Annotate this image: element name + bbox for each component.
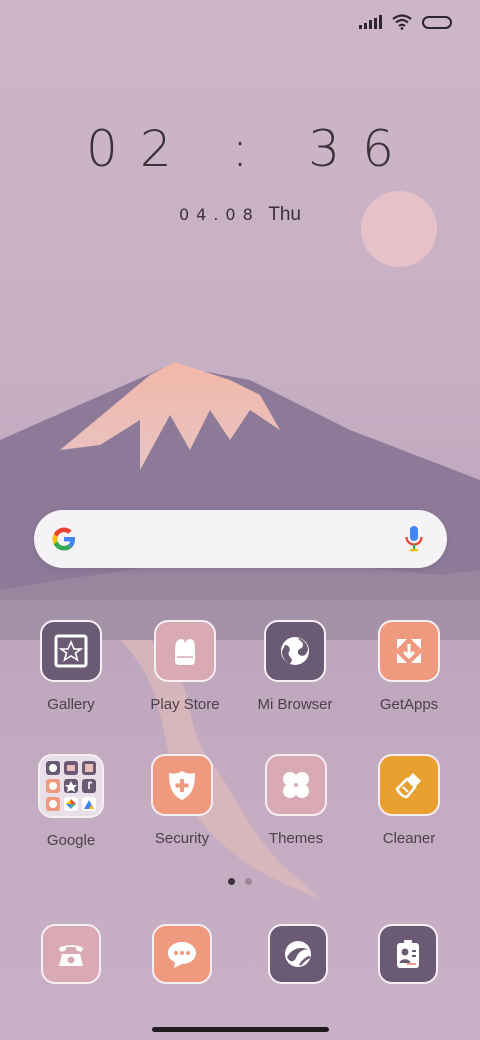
app-gallery[interactable]: Gallery <box>16 620 126 713</box>
signal-icon <box>359 15 382 29</box>
date-text: 04.08 <box>178 205 260 224</box>
dock-contacts[interactable] <box>353 924 463 984</box>
cleaner-brush-icon <box>378 754 440 816</box>
app-label: Cleaner <box>382 830 436 847</box>
contacts-icon <box>378 924 438 984</box>
clock-date[interactable]: 04.08 Thu <box>0 204 480 226</box>
wifi-icon <box>392 14 412 30</box>
battery-icon <box>422 15 452 29</box>
camera-icon <box>268 924 328 984</box>
google-folder-icon <box>38 754 104 818</box>
app-label: Google <box>46 832 96 849</box>
themes-clover-icon <box>265 754 327 816</box>
google-logo-icon <box>52 527 75 551</box>
app-themes[interactable]: Themes <box>241 754 351 847</box>
phone-icon <box>41 924 101 984</box>
page-indicator[interactable] <box>0 878 480 885</box>
dock-phone[interactable] <box>16 924 126 984</box>
mic-icon[interactable] <box>403 524 425 554</box>
gallery-icon <box>40 620 102 682</box>
messages-icon <box>152 924 212 984</box>
gesture-home-bar[interactable] <box>152 1027 329 1032</box>
sun-decoration <box>361 191 437 267</box>
clock-time[interactable]: 02 : 36 <box>0 120 480 178</box>
dock-messages[interactable] <box>127 924 237 984</box>
page-dot <box>245 878 252 885</box>
app-security[interactable]: Security <box>127 754 237 847</box>
app-google-folder[interactable]: Google <box>16 754 126 849</box>
app-label: Gallery <box>47 696 95 713</box>
getapps-icon <box>378 620 440 682</box>
weekday-text: Thu <box>268 204 301 225</box>
app-mi-browser[interactable]: Mi Browser <box>240 620 350 713</box>
app-label: Play Store <box>150 696 220 713</box>
app-label: Security <box>154 830 210 847</box>
app-label: GetApps <box>379 696 439 713</box>
app-label: Mi Browser <box>257 696 333 713</box>
app-play-store[interactable]: Play Store <box>130 620 240 713</box>
status-bar <box>359 10 452 34</box>
browser-globe-icon <box>264 620 326 682</box>
google-search-bar[interactable] <box>34 510 447 568</box>
app-cleaner[interactable]: Cleaner <box>354 754 464 847</box>
play-store-icon <box>154 620 216 682</box>
dock-camera[interactable] <box>243 924 353 984</box>
page-dot-active <box>228 878 235 885</box>
security-shield-icon <box>151 754 213 816</box>
app-label: Themes <box>268 830 324 847</box>
app-getapps[interactable]: GetApps <box>354 620 464 713</box>
